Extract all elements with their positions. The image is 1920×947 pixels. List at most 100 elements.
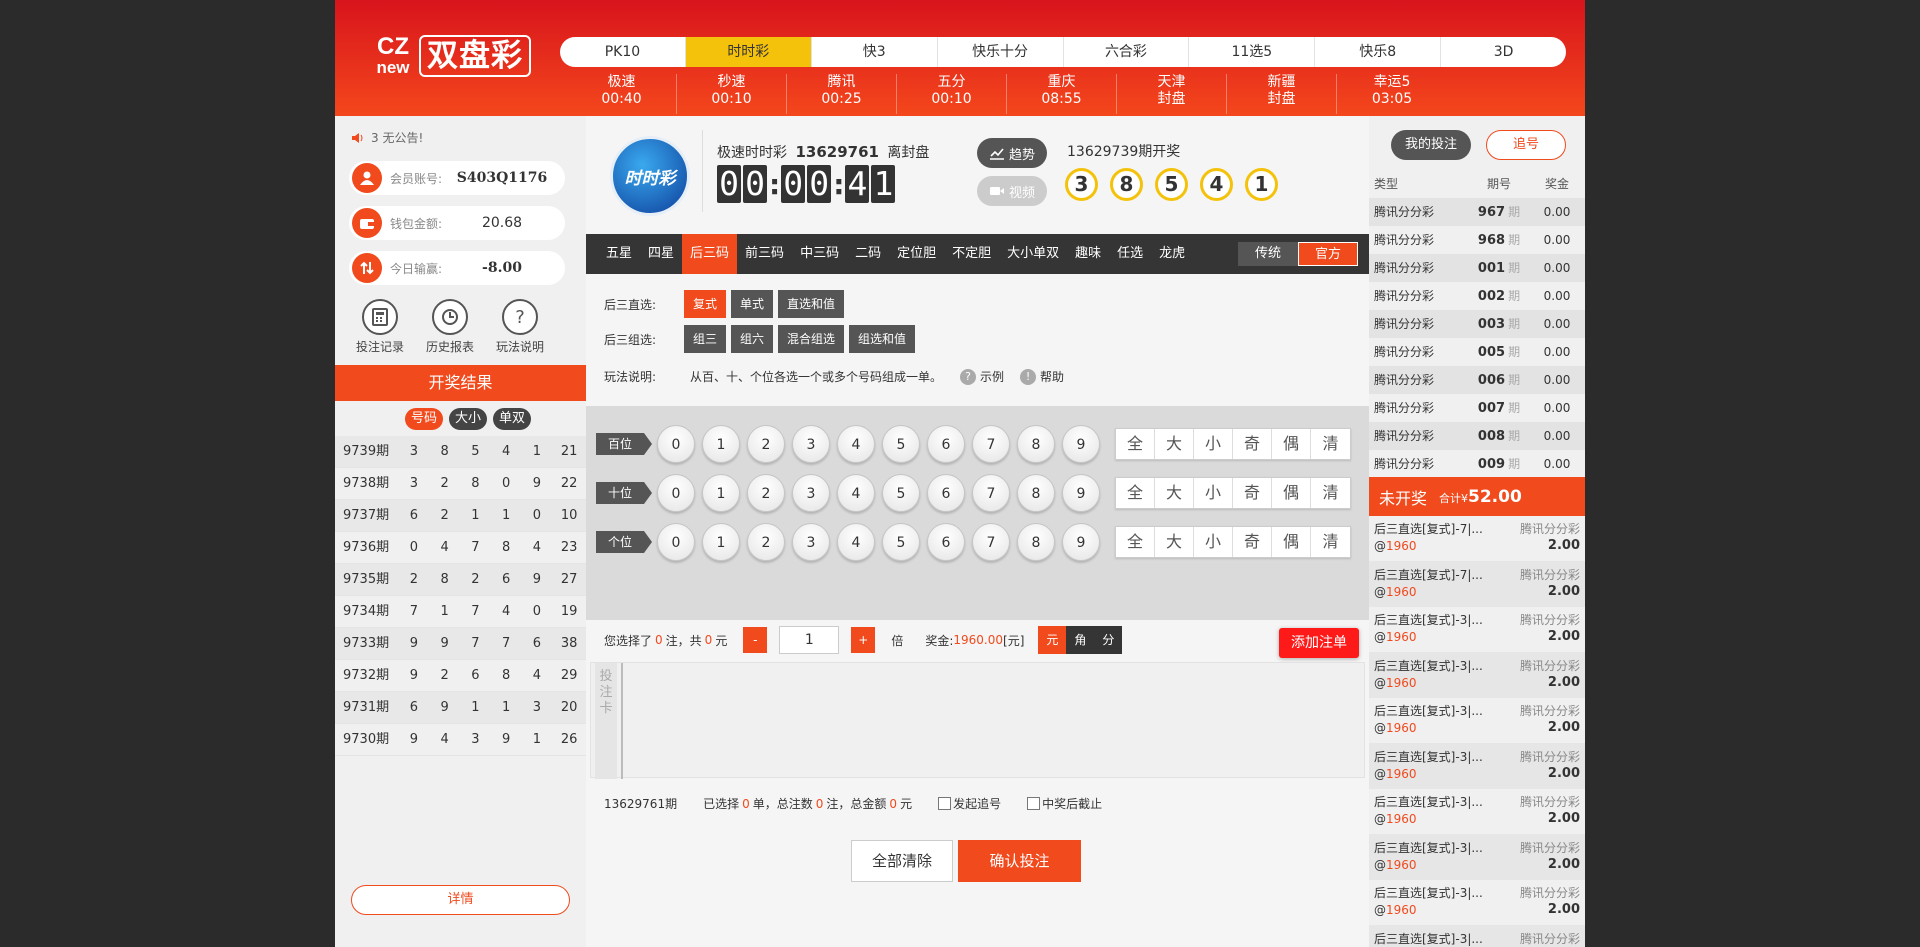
tab-fun[interactable]: 趣味	[1067, 234, 1109, 274]
pending-row[interactable]: 后三直选[复式]-7|... @1960 腾讯分分彩 2.00	[1369, 561, 1585, 607]
filter-even-button[interactable]: 偶	[1272, 527, 1311, 557]
filter-odd-button[interactable]: 奇	[1233, 527, 1272, 557]
number-ball-hundreds-5[interactable]: 5	[882, 425, 920, 463]
tab-big-small[interactable]: 大小	[449, 408, 488, 430]
tab-five-star[interactable]: 五星	[598, 234, 640, 274]
trend-button[interactable]: 趋势	[977, 138, 1047, 168]
history-report-button[interactable]: 历史报表	[421, 299, 479, 355]
confirm-bet-button[interactable]: 确认投注	[958, 840, 1081, 882]
number-ball-hundreds-6[interactable]: 6	[927, 425, 965, 463]
tab-ssc[interactable]: 时时彩	[685, 37, 812, 67]
subtab-xinjiang[interactable]: 新疆 封盘	[1227, 74, 1337, 114]
pending-row[interactable]: 后三直选[复式]-3|...@1960腾讯分分彩2.00	[1369, 743, 1585, 789]
subtab-wufen[interactable]: 五分 00:10	[897, 74, 1007, 114]
filter-small-button[interactable]: 小	[1194, 527, 1233, 557]
tab-four-star[interactable]: 四星	[640, 234, 682, 274]
unit-fen[interactable]: 分	[1094, 626, 1123, 654]
history-row[interactable]: 腾讯分分彩 968 期 0.00	[1369, 226, 1585, 254]
multiple-input[interactable]: 1	[779, 626, 840, 654]
pending-row[interactable]: 后三直选[复式]-3|...@1960腾讯分分彩2.00	[1369, 789, 1585, 835]
filter-small-button[interactable]: 小	[1194, 478, 1233, 508]
number-ball-hundreds-3[interactable]: 3	[792, 425, 830, 463]
subtab-jisu[interactable]: 极速 00:40	[567, 74, 677, 114]
number-ball-units-5[interactable]: 5	[882, 523, 920, 561]
number-ball-tens-0[interactable]: 0	[657, 474, 695, 512]
clear-all-button[interactable]: 全部清除	[851, 840, 953, 882]
pending-row[interactable]: 后三直选[复式]-3|...@1960腾讯分分彩2.00	[1369, 925, 1585, 947]
number-ball-tens-4[interactable]: 4	[837, 474, 875, 512]
tab-number[interactable]: 号码	[405, 408, 444, 430]
number-ball-units-6[interactable]: 6	[927, 523, 965, 561]
chase-checkbox[interactable]	[938, 797, 952, 810]
history-row[interactable]: 腾讯分分彩 002 期 0.00	[1369, 282, 1585, 310]
details-button[interactable]: 详情	[351, 885, 570, 915]
number-ball-units-4[interactable]: 4	[837, 523, 875, 561]
subtab-miaosu[interactable]: 秒速 00:10	[677, 74, 787, 114]
filter-all-button[interactable]: 全	[1116, 478, 1155, 508]
history-row[interactable]: 腾讯分分彩 005 期 0.00	[1369, 338, 1585, 366]
filter-clear-button[interactable]: 清	[1311, 429, 1350, 459]
pending-row[interactable]: 后三直选[复式]-3|...@1960腾讯分分彩2.00	[1369, 652, 1585, 698]
tab-pk10[interactable]: PK10	[560, 37, 686, 67]
tab-lhc[interactable]: 六合彩	[1064, 37, 1190, 67]
stop-on-win-checkbox[interactable]	[1027, 797, 1041, 810]
number-ball-units-7[interactable]: 7	[972, 523, 1010, 561]
number-ball-units-0[interactable]: 0	[657, 523, 695, 561]
opt-mixed-group[interactable]: 混合组选	[778, 325, 845, 353]
number-ball-tens-1[interactable]: 1	[702, 474, 740, 512]
filter-big-button[interactable]: 大	[1155, 429, 1194, 459]
example-link[interactable]: 示例	[980, 368, 1004, 385]
history-row[interactable]: 腾讯分分彩 001 期 0.00	[1369, 254, 1585, 282]
subtab-tianjin[interactable]: 天津 封盘	[1117, 74, 1227, 114]
pending-row[interactable]: 后三直选[复式]-3|...@1960腾讯分分彩2.00	[1369, 698, 1585, 744]
opt-direct-sum[interactable]: 直选和值	[778, 290, 845, 318]
my-bets-button[interactable]: 我的投注	[1391, 130, 1471, 160]
number-ball-hundreds-2[interactable]: 2	[747, 425, 785, 463]
mode-traditional[interactable]: 传统	[1238, 242, 1298, 266]
filter-even-button[interactable]: 偶	[1272, 429, 1311, 459]
history-row[interactable]: 腾讯分分彩 003 期 0.00	[1369, 310, 1585, 338]
history-row[interactable]: 腾讯分分彩 008 期 0.00	[1369, 422, 1585, 450]
subtab-xingyun5[interactable]: 幸运5 03:05	[1337, 74, 1447, 114]
filter-big-button[interactable]: 大	[1155, 527, 1194, 557]
number-ball-units-3[interactable]: 3	[792, 523, 830, 561]
number-ball-hundreds-8[interactable]: 8	[1017, 425, 1055, 463]
multiple-decrease-button[interactable]: -	[743, 627, 768, 653]
subtab-chongqing[interactable]: 重庆 08:55	[1007, 74, 1117, 114]
number-ball-tens-2[interactable]: 2	[747, 474, 785, 512]
tab-k3[interactable]: 快3	[812, 37, 938, 67]
tab-11x5[interactable]: 11选5	[1189, 37, 1316, 67]
unit-jiao[interactable]: 角	[1066, 626, 1095, 654]
filter-all-button[interactable]: 全	[1116, 429, 1155, 459]
tab-3d[interactable]: 3D	[1441, 37, 1566, 67]
opt-group-three[interactable]: 组三	[684, 325, 727, 353]
help-link[interactable]: 帮助	[1040, 368, 1064, 385]
opt-group-six[interactable]: 组六	[731, 325, 774, 353]
number-ball-tens-8[interactable]: 8	[1017, 474, 1055, 512]
tab-first-three[interactable]: 前三码	[737, 234, 792, 274]
unit-yuan[interactable]: 元	[1038, 626, 1067, 654]
tab-odd-even[interactable]: 单双	[493, 408, 532, 430]
number-ball-units-1[interactable]: 1	[702, 523, 740, 561]
filter-odd-button[interactable]: 奇	[1233, 478, 1272, 508]
number-ball-tens-9[interactable]: 9	[1062, 474, 1100, 512]
number-ball-units-9[interactable]: 9	[1062, 523, 1100, 561]
number-ball-units-2[interactable]: 2	[747, 523, 785, 561]
number-ball-hundreds-1[interactable]: 1	[702, 425, 740, 463]
number-ball-hundreds-9[interactable]: 9	[1062, 425, 1100, 463]
tab-middle-three[interactable]: 中三码	[792, 234, 847, 274]
tab-two-code[interactable]: 二码	[847, 234, 889, 274]
tab-kl8[interactable]: 快乐8	[1315, 37, 1442, 67]
opt-single[interactable]: 单式	[731, 290, 774, 318]
multiple-increase-button[interactable]: +	[851, 627, 876, 653]
history-row[interactable]: 腾讯分分彩 006 期 0.00	[1369, 366, 1585, 394]
number-ball-units-8[interactable]: 8	[1017, 523, 1055, 561]
opt-group-sum[interactable]: 组选和值	[849, 325, 916, 353]
tab-any-choice[interactable]: 任选	[1109, 234, 1151, 274]
filter-odd-button[interactable]: 奇	[1233, 429, 1272, 459]
tab-klsf[interactable]: 快乐十分	[938, 37, 1064, 67]
tab-position[interactable]: 定位胆	[889, 234, 944, 274]
filter-all-button[interactable]: 全	[1116, 527, 1155, 557]
pending-row[interactable]: 后三直选[复式]-3|...@1960腾讯分分彩2.00	[1369, 880, 1585, 926]
bet-records-button[interactable]: 投注记录	[351, 299, 409, 355]
